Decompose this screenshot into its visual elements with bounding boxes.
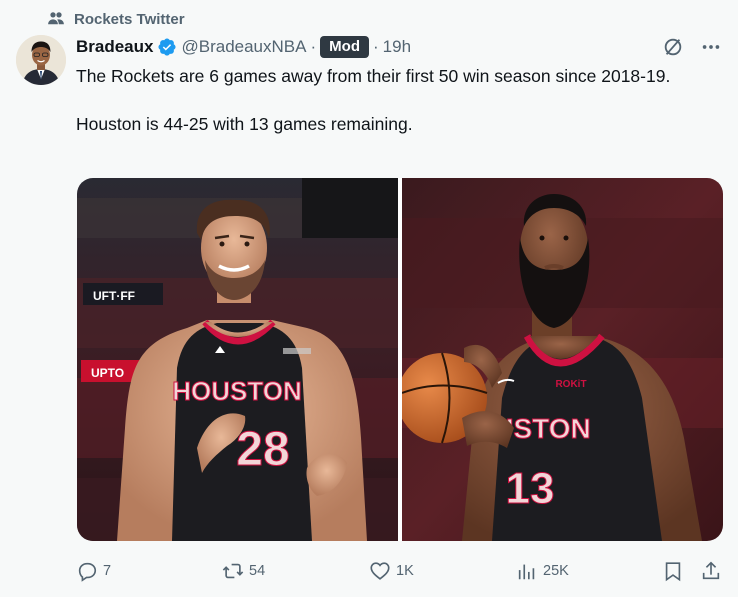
reply-count: 7 bbox=[103, 563, 112, 579]
media-grid: UFT·FF UPTO HOUSTON 28 ROKiT USTON 13 bbox=[77, 178, 723, 541]
repost-count: 54 bbox=[249, 563, 266, 579]
tweet-paragraph: Houston is 44-25 with 13 games remaining… bbox=[76, 114, 413, 134]
photo-player-13[interactable]: ROKiT USTON 13 bbox=[402, 178, 723, 541]
grok-icon[interactable] bbox=[662, 36, 684, 58]
reply-button[interactable]: 7 bbox=[76, 560, 111, 582]
tweet-paragraph: The Rockets are 6 games away from their … bbox=[76, 66, 671, 86]
repost-icon bbox=[222, 563, 244, 579]
jersey-text: HOUSTON bbox=[172, 376, 302, 406]
like-button[interactable]: 1K bbox=[369, 560, 414, 582]
more-options-icon[interactable] bbox=[700, 36, 722, 58]
community-icon bbox=[48, 12, 64, 25]
views-button[interactable]: 25K bbox=[516, 560, 569, 582]
repost-button[interactable]: 54 bbox=[222, 560, 265, 582]
mod-badge: Mod bbox=[320, 36, 369, 58]
avatar-image bbox=[16, 35, 66, 85]
bookmark-button[interactable] bbox=[662, 560, 684, 582]
arena-sign-text: UPTO bbox=[91, 366, 124, 380]
heart-icon bbox=[370, 562, 390, 580]
views-chart-icon bbox=[518, 564, 535, 580]
bookmark-icon bbox=[665, 562, 681, 582]
chest-patch-text: ROKiT bbox=[555, 379, 586, 390]
tweet-timestamp[interactable]: 19h bbox=[383, 37, 411, 57]
avatar[interactable] bbox=[16, 35, 66, 85]
tweet-actions-bar: 7 54 1K 25K bbox=[76, 558, 722, 584]
community-label: Rockets Twitter bbox=[74, 10, 185, 28]
author-handle[interactable]: @BradeauxNBA bbox=[181, 37, 306, 57]
verified-badge-icon bbox=[158, 38, 177, 56]
separator-dot: · bbox=[372, 37, 379, 56]
share-button[interactable] bbox=[700, 560, 722, 582]
community-context[interactable]: Rockets Twitter bbox=[47, 10, 185, 28]
arena-sign-text: UFT·FF bbox=[93, 289, 135, 303]
photo-player-28[interactable]: UFT·FF UPTO HOUSTON 28 bbox=[77, 178, 398, 541]
jersey-number: 13 bbox=[506, 464, 555, 513]
tweet-text: The Rockets are 6 games away from their … bbox=[76, 64, 716, 136]
separator-dot: · bbox=[310, 37, 317, 56]
views-count: 25K bbox=[543, 563, 569, 579]
jersey-number: 28 bbox=[236, 423, 289, 476]
author-display-name[interactable]: Bradeaux bbox=[76, 37, 153, 57]
tweet-header: Bradeaux @BradeauxNBA · Mod · 19h bbox=[76, 36, 722, 58]
like-count: 1K bbox=[396, 563, 414, 579]
reply-icon bbox=[78, 562, 97, 582]
share-icon bbox=[702, 561, 720, 580]
